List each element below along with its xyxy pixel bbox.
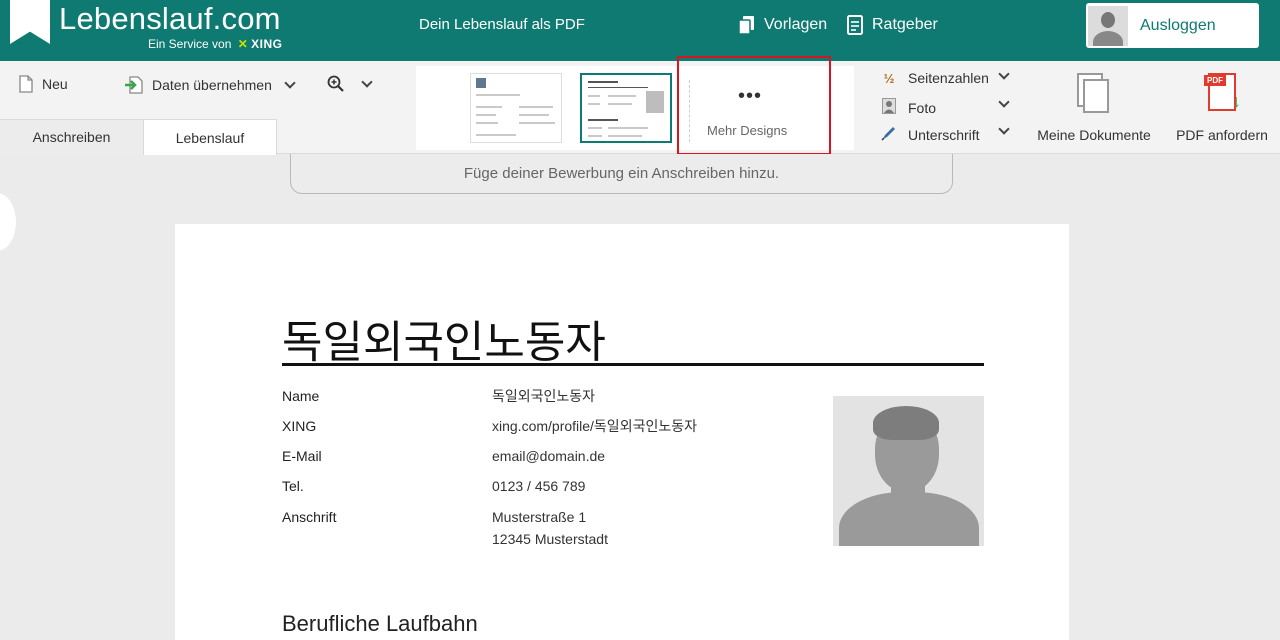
pdf-download-icon: PDF ↓	[1204, 73, 1241, 113]
documents-icon	[1077, 73, 1111, 115]
field-value: Musterstraße 1 12345 Musterstadt	[492, 509, 608, 547]
zoom-icon	[327, 75, 344, 92]
chevron-down-icon	[361, 76, 373, 88]
thumb-line	[519, 122, 555, 124]
service-by-xing[interactable]: Ein Service von ✕ XING	[148, 37, 282, 51]
avatar	[1088, 5, 1128, 46]
thumb-line	[476, 134, 516, 136]
nav-vorlagen[interactable]: Vorlagen	[738, 15, 827, 35]
thumb-line	[476, 94, 520, 96]
site-logo[interactable]: Lebenslauf.com	[59, 1, 281, 37]
new-button[interactable]: Neu	[18, 75, 68, 93]
xing-x-icon: ✕	[237, 37, 248, 51]
field-key: E-Mail	[282, 448, 322, 464]
field-key: Name	[282, 388, 320, 404]
xing-brand: XING	[251, 37, 283, 51]
thumb-line	[588, 127, 602, 129]
photo-label: Foto	[908, 99, 937, 116]
add-cover-letter-box[interactable]: Füge deiner Bewerbung ein Anschreiben hi…	[290, 154, 953, 194]
thumb-line	[476, 106, 502, 108]
page-numbers-icon: ½	[883, 70, 895, 86]
new-button-label: Neu	[42, 76, 68, 92]
thumb-line	[588, 95, 600, 97]
zoom-dropdown[interactable]	[327, 75, 373, 93]
request-pdf-button[interactable]: PDF ↓ PDF anfordern	[1176, 73, 1268, 143]
thumb-line	[608, 127, 648, 129]
avatar-body	[1093, 30, 1123, 46]
chevron-down-icon	[998, 96, 1010, 108]
thumb-line	[588, 87, 648, 88]
more-dots-icon: •••	[738, 85, 763, 107]
portrait-icon	[880, 98, 898, 117]
more-designs-label: Mehr Designs	[707, 123, 788, 138]
thumb-line	[588, 103, 600, 105]
pdf-tag: PDF	[1204, 75, 1226, 86]
new-file-icon	[19, 75, 33, 93]
chevron-down-icon	[998, 68, 1010, 80]
thumb-line	[608, 103, 632, 105]
field-value: 독일외국인노동자	[492, 388, 596, 404]
side-panel-toggle[interactable]	[0, 193, 16, 251]
import-data-dropdown[interactable]: Daten übernehmen	[124, 75, 296, 95]
import-data-label: Daten übernehmen	[152, 77, 272, 93]
thumb-line	[519, 106, 553, 108]
field-key: Anschrift	[282, 509, 337, 525]
thumb-line	[588, 81, 618, 83]
thumb-line	[608, 135, 642, 137]
nav-vorlagen-label: Vorlagen	[764, 16, 828, 33]
logout-label: Ausloggen	[1140, 16, 1216, 34]
profile-photo[interactable]	[833, 396, 984, 546]
thumb-line	[588, 119, 618, 121]
my-documents-label: Meine Dokumente	[1037, 127, 1151, 143]
photo-hair	[873, 406, 939, 440]
field-key: XING	[282, 418, 317, 434]
thumb-line	[476, 114, 496, 116]
import-data-icon	[125, 76, 143, 94]
field-key: Tel.	[282, 478, 304, 494]
field-value: xing.com/profile/독일외국인노동자	[492, 418, 697, 434]
pen-icon	[880, 125, 898, 144]
more-designs-button[interactable]: ••• Mehr Designs	[690, 76, 807, 144]
thumb-line	[588, 135, 602, 137]
title-divider	[282, 363, 984, 366]
copy-icon	[738, 16, 754, 35]
avatar-head	[1101, 11, 1115, 28]
thumb-photo	[646, 91, 664, 113]
chevron-down-icon	[284, 77, 296, 89]
tab-anschreiben[interactable]: Anschreiben	[0, 119, 143, 154]
header-tagline: Dein Lebenslauf als PDF	[419, 16, 585, 33]
service-prefix: Ein Service von	[148, 37, 232, 51]
logout-button[interactable]: Ausloggen	[1086, 3, 1259, 48]
nav-ratgeber-label: Ratgeber	[872, 16, 938, 33]
signature-label: Unterschrift	[908, 126, 980, 143]
thumb-line	[608, 95, 636, 97]
signature-dropdown[interactable]: Unterschrift	[880, 123, 1010, 144]
design-picker: ••• Mehr Designs	[416, 66, 854, 150]
document-icon	[847, 15, 863, 35]
chevron-down-icon	[998, 123, 1010, 135]
design-thumbnail-2-selected[interactable]	[580, 73, 672, 143]
download-arrow-icon: ↓	[1232, 91, 1241, 111]
nav-ratgeber[interactable]: Ratgeber	[846, 15, 938, 35]
cv-title[interactable]: 독일외국인노동자	[282, 306, 606, 370]
doc-page-front	[1083, 79, 1109, 113]
tab-lebenslauf[interactable]: Lebenslauf	[143, 119, 277, 155]
request-pdf-label: PDF anfordern	[1176, 127, 1268, 143]
app-header: Lebenslauf.com Ein Service von ✕ XING De…	[0, 0, 1280, 61]
my-documents-button[interactable]: Meine Dokumente	[1037, 73, 1151, 143]
field-value: email@domain.de	[492, 448, 606, 464]
page-numbers-label: Seitenzahlen	[908, 70, 989, 86]
bookmark-logo-icon[interactable]	[10, 0, 50, 44]
thumb-photo-block	[476, 78, 486, 88]
thumb-line	[519, 114, 549, 116]
design-thumbnail-1[interactable]	[470, 73, 562, 143]
thumb-line	[476, 122, 498, 124]
cv-page: 독일외국인노동자 Name 독일외국인노동자 XING xing.com/pro…	[175, 224, 1069, 640]
page-numbers-dropdown[interactable]: ½ Seitenzahlen	[880, 68, 1010, 86]
editor-toolbar: Neu Daten übernehmen Anschreiben Lebensl…	[0, 61, 1280, 155]
photo-dropdown[interactable]: Foto	[880, 96, 1010, 117]
section-title[interactable]: Berufliche Laufbahn	[282, 611, 478, 637]
field-value: 0123 / 456 789	[492, 478, 586, 494]
